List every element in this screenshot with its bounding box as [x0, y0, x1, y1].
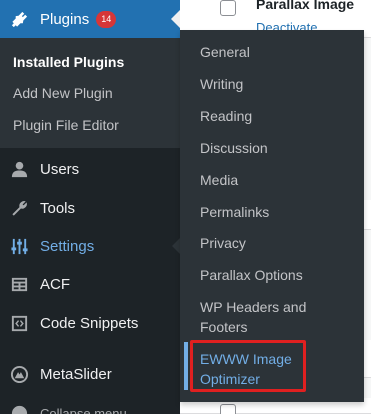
row-checkbox[interactable]	[220, 0, 236, 16]
flyout-item-parallax-options[interactable]: Parallax Options	[200, 265, 350, 285]
settings-flyout-submenu: General Writing Reading Discussion Media…	[180, 30, 364, 402]
submenu-add-new-plugin[interactable]: Add New Plugin	[13, 85, 113, 101]
menu-acf-label: ACF	[40, 275, 70, 293]
flyout-arrow	[172, 238, 180, 254]
menu-code-snippets-label: Code Snippets	[40, 314, 139, 332]
users-icon	[9, 159, 29, 179]
flyout-item-privacy[interactable]: Privacy	[200, 233, 350, 253]
menu-users-label: Users	[40, 160, 80, 178]
menu-acf[interactable]: ACF	[0, 265, 180, 303]
flyout-item-ewww-image-optimizer[interactable]: EWWW Image Optimizer	[200, 349, 304, 389]
hover-indicator-bar	[184, 342, 188, 390]
menu-settings[interactable]: Settings	[0, 227, 180, 265]
current-menu-arrow	[171, 10, 180, 28]
plugin-updates-badge: 14	[96, 10, 117, 28]
plugin-title: Parallax Image	[256, 0, 355, 12]
flyout-item-media[interactable]: Media	[200, 170, 350, 190]
plugins-submenu: Installed Plugins Add New Plugin Plugin …	[0, 38, 180, 148]
menu-users[interactable]: Users	[0, 150, 180, 188]
wrench-icon	[9, 198, 29, 218]
plugin-icon	[9, 9, 29, 29]
menu-metaslider-label: MetaSlider	[40, 365, 112, 383]
menu-plugins-label: Plugins	[40, 10, 90, 28]
admin-sidebar: Plugins 14 Installed Plugins Add New Plu…	[0, 0, 180, 414]
metaslider-icon	[9, 364, 29, 384]
code-icon	[9, 313, 29, 333]
flyout-item-general[interactable]: General	[200, 42, 350, 62]
row-checkbox[interactable]	[220, 404, 236, 414]
menu-code-snippets[interactable]: Code Snippets	[0, 304, 180, 342]
acf-icon	[9, 274, 29, 294]
flyout-item-writing[interactable]: Writing	[200, 74, 350, 94]
flyout-item-reading[interactable]: Reading	[200, 106, 350, 126]
submenu-installed-plugins[interactable]: Installed Plugins	[13, 54, 124, 70]
menu-plugins[interactable]: Plugins 14	[0, 0, 180, 38]
menu-tools[interactable]: Tools	[0, 189, 180, 227]
collapse-icon	[9, 403, 29, 414]
sliders-icon	[9, 236, 29, 256]
menu-settings-label: Settings	[40, 237, 95, 255]
flyout-item-wp-headers-footers[interactable]: WP Headers and Footers	[200, 297, 320, 337]
menu-metaslider[interactable]: MetaSlider	[0, 355, 180, 393]
menu-tools-label: Tools	[40, 199, 76, 217]
flyout-item-permalinks[interactable]: Permalinks	[200, 202, 350, 222]
collapse-menu-label: Collapse menu	[40, 405, 127, 414]
collapse-menu-button[interactable]: Collapse menu	[0, 394, 180, 414]
menu-separator	[0, 345, 180, 346]
submenu-plugin-file-editor[interactable]: Plugin File Editor	[13, 117, 119, 133]
flyout-item-discussion[interactable]: Discussion	[200, 138, 350, 158]
